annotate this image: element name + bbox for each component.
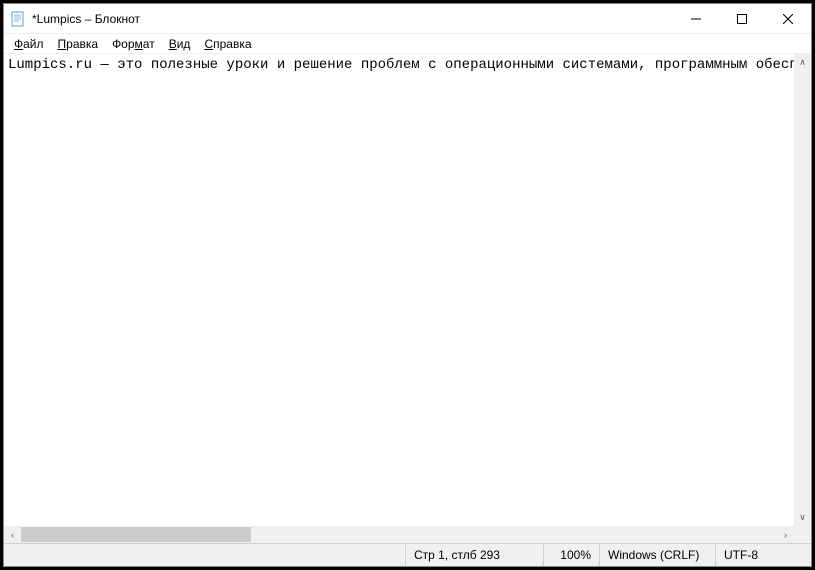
menu-format[interactable]: Формат	[106, 36, 161, 52]
menubar: Файл Правка Формат Вид Справка	[4, 34, 811, 54]
status-spacer	[4, 544, 405, 566]
scroll-corner	[794, 526, 811, 543]
vertical-scrollbar[interactable]: ∧ ∨	[794, 54, 811, 526]
statusbar: Стр 1, стлб 293 100% Windows (CRLF) UTF-…	[4, 543, 811, 566]
vscroll-track[interactable]	[794, 71, 811, 509]
notepad-window: *Lumpics – Блокнот Файл Правка Формат Ви…	[3, 3, 812, 567]
horizontal-scrollbar[interactable]: ‹ ›	[4, 526, 794, 543]
hscroll-thumb[interactable]	[21, 527, 251, 542]
scroll-right-icon[interactable]: ›	[777, 526, 794, 543]
hscroll-track[interactable]	[21, 526, 777, 543]
editor-area: Lumpics.ru — это полезные уроки и решени…	[4, 54, 811, 543]
scroll-left-icon[interactable]: ‹	[4, 526, 21, 543]
status-encoding: UTF-8	[715, 544, 811, 566]
close-button[interactable]	[765, 4, 811, 33]
status-position: Стр 1, стлб 293	[405, 544, 543, 566]
status-eol: Windows (CRLF)	[599, 544, 715, 566]
menu-edit[interactable]: Правка	[52, 36, 105, 52]
text-editor[interactable]: Lumpics.ru — это полезные уроки и решени…	[4, 54, 811, 526]
scroll-up-icon[interactable]: ∧	[794, 54, 811, 71]
window-title: *Lumpics – Блокнот	[32, 12, 673, 26]
menu-file[interactable]: Файл	[8, 36, 50, 52]
status-zoom: 100%	[543, 544, 599, 566]
minimize-button[interactable]	[673, 4, 719, 33]
scroll-down-icon[interactable]: ∨	[794, 509, 811, 526]
menu-help[interactable]: Справка	[198, 36, 257, 52]
titlebar[interactable]: *Lumpics – Блокнот	[4, 4, 811, 34]
window-controls	[673, 4, 811, 33]
notepad-icon	[10, 11, 26, 27]
menu-view[interactable]: Вид	[163, 36, 197, 52]
maximize-button[interactable]	[719, 4, 765, 33]
